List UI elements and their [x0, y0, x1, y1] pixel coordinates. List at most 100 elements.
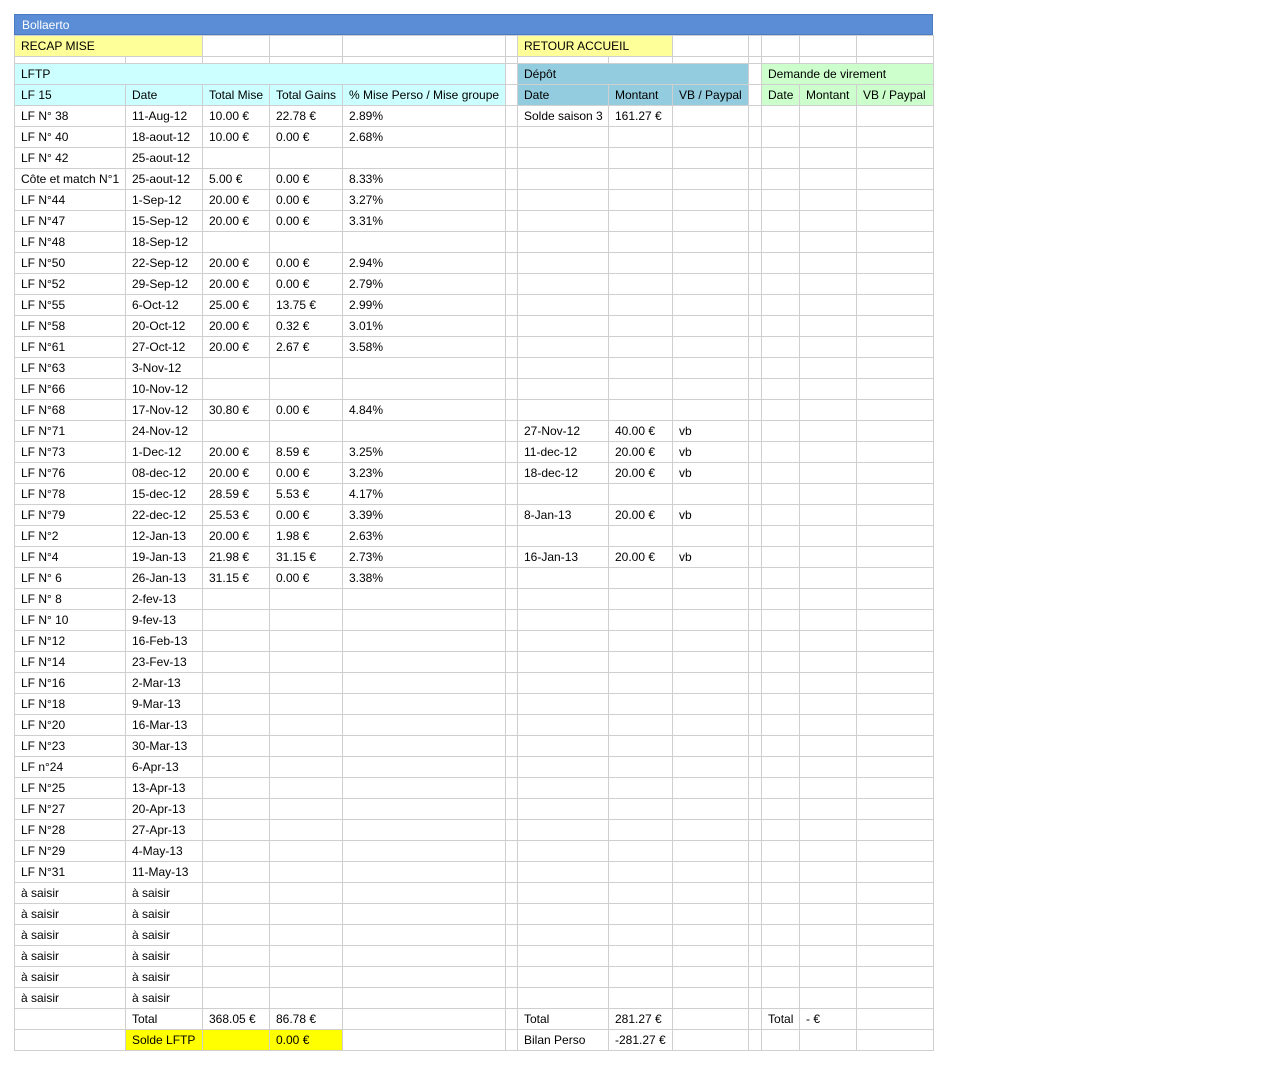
lf-cell-total-gains[interactable]: 0.00 €: [269, 189, 343, 211]
lf-cell-total-mise[interactable]: 25.00 €: [202, 294, 270, 316]
depot-cell-date[interactable]: 18-dec-12: [517, 462, 609, 484]
lf-cell-name[interactable]: LF N°44: [14, 189, 126, 211]
lf-cell-percent[interactable]: [342, 966, 506, 988]
depot-cell-date[interactable]: [517, 210, 609, 232]
virement-cell[interactable]: [799, 294, 858, 316]
depot-cell-date[interactable]: 27-Nov-12: [517, 420, 609, 442]
virement-cell[interactable]: [856, 672, 935, 694]
depot-cell-vb[interactable]: [672, 672, 750, 694]
lf-cell-percent[interactable]: [342, 630, 506, 652]
virement-cell[interactable]: [761, 168, 801, 190]
lf-cell-total-gains[interactable]: 0.00 €: [269, 273, 343, 295]
depot-cell-vb[interactable]: [672, 630, 750, 652]
depot-cell-vb[interactable]: [672, 756, 750, 778]
depot-cell-date[interactable]: [517, 231, 609, 253]
virement-cell[interactable]: [761, 924, 801, 946]
lf-cell-total-mise[interactable]: [202, 840, 270, 862]
virement-cell[interactable]: [799, 210, 858, 232]
depot-cell-date[interactable]: [517, 840, 609, 862]
lf-cell-percent[interactable]: 2.73%: [342, 546, 506, 568]
virement-cell[interactable]: [856, 567, 935, 589]
lf-cell-total-mise[interactable]: 20.00 €: [202, 189, 270, 211]
virement-cell[interactable]: [761, 861, 801, 883]
depot-cell-vb[interactable]: [672, 966, 750, 988]
lf-cell-date[interactable]: 3-Nov-12: [125, 357, 203, 379]
depot-cell-date[interactable]: [517, 336, 609, 358]
lf-cell-percent[interactable]: [342, 861, 506, 883]
depot-cell-vb[interactable]: [672, 693, 750, 715]
depot-cell-vb[interactable]: [672, 231, 750, 253]
depot-cell-montant[interactable]: [607, 630, 674, 652]
lf-cell-percent[interactable]: 3.01%: [342, 315, 506, 337]
lf-cell-name[interactable]: LF N° 38: [14, 105, 126, 127]
depot-cell-date[interactable]: 16-Jan-13: [517, 546, 609, 568]
lf-cell-date[interactable]: 27-Apr-13: [125, 819, 203, 841]
lf-cell-date[interactable]: 10-Nov-12: [125, 378, 203, 400]
lf-cell-date[interactable]: 9-fev-13: [125, 609, 203, 631]
virement-cell[interactable]: [856, 756, 935, 778]
depot-cell-date[interactable]: [517, 945, 609, 967]
lf-cell-name[interactable]: LF N°76: [14, 462, 126, 484]
depot-cell-montant[interactable]: [607, 588, 674, 610]
lf-cell-percent[interactable]: [342, 420, 506, 442]
lf-cell-date[interactable]: 2-fev-13: [125, 588, 203, 610]
virement-cell[interactable]: [799, 168, 858, 190]
virement-cell[interactable]: [799, 546, 858, 568]
depot-cell-montant[interactable]: [607, 399, 674, 421]
lf-cell-name[interactable]: à saisir: [14, 924, 126, 946]
lf-cell-total-mise[interactable]: [202, 609, 270, 631]
lf-cell-percent[interactable]: 2.99%: [342, 294, 506, 316]
depot-cell-vb[interactable]: [672, 567, 750, 589]
lf-cell-date[interactable]: 24-Nov-12: [125, 420, 203, 442]
virement-cell[interactable]: [856, 357, 935, 379]
lf-cell-percent[interactable]: [342, 840, 506, 862]
virement-cell[interactable]: [761, 798, 801, 820]
lf-cell-date[interactable]: 19-Jan-13: [125, 546, 203, 568]
virement-cell[interactable]: [799, 315, 858, 337]
lf-cell-total-gains[interactable]: [269, 735, 343, 757]
lf-cell-total-mise[interactable]: 30.80 €: [202, 399, 270, 421]
lf-cell-date[interactable]: 18-aout-12: [125, 126, 203, 148]
lf-cell-total-mise[interactable]: 5.00 €: [202, 168, 270, 190]
lf-cell-date[interactable]: 16-Feb-13: [125, 630, 203, 652]
virement-cell[interactable]: [856, 441, 935, 463]
depot-cell-date[interactable]: 8-Jan-13: [517, 504, 609, 526]
virement-cell[interactable]: [799, 756, 858, 778]
depot-cell-date[interactable]: [517, 315, 609, 337]
depot-cell-montant[interactable]: [607, 987, 674, 1009]
solde-value[interactable]: 0.00 €: [269, 1029, 343, 1051]
lf-cell-total-gains[interactable]: [269, 147, 343, 169]
lf-cell-total-gains[interactable]: 2.67 €: [269, 336, 343, 358]
depot-cell-montant[interactable]: 20.00 €: [607, 546, 674, 568]
lf-cell-date[interactable]: 25-aout-12: [125, 147, 203, 169]
lf-cell-percent[interactable]: [342, 798, 506, 820]
lf-cell-total-mise[interactable]: 20.00 €: [202, 252, 270, 274]
virement-cell[interactable]: [761, 567, 801, 589]
depot-cell-montant[interactable]: [607, 357, 674, 379]
depot-cell-vb[interactable]: [672, 252, 750, 274]
lf-cell-date[interactable]: 2-Mar-13: [125, 672, 203, 694]
virement-cell[interactable]: [761, 378, 801, 400]
lf-cell-name[interactable]: LF N°18: [14, 693, 126, 715]
lf-cell-total-gains[interactable]: 0.00 €: [269, 462, 343, 484]
lf-cell-date[interactable]: à saisir: [125, 987, 203, 1009]
virement-cell[interactable]: [856, 315, 935, 337]
virement-cell[interactable]: [761, 210, 801, 232]
depot-cell-date[interactable]: [517, 525, 609, 547]
lf-cell-total-gains[interactable]: [269, 777, 343, 799]
virement-cell[interactable]: [799, 861, 858, 883]
lf-cell-name[interactable]: LF N° 8: [14, 588, 126, 610]
lf-cell-name[interactable]: Côte et match N°1: [14, 168, 126, 190]
virement-cell[interactable]: [799, 105, 858, 127]
depot-cell-montant[interactable]: [607, 924, 674, 946]
virement-cell[interactable]: [799, 882, 858, 904]
lf-cell-total-gains[interactable]: [269, 672, 343, 694]
virement-cell[interactable]: [761, 315, 801, 337]
lf-cell-date[interactable]: 12-Jan-13: [125, 525, 203, 547]
virement-cell[interactable]: [761, 147, 801, 169]
virement-cell[interactable]: [856, 210, 935, 232]
depot-cell-montant[interactable]: [607, 567, 674, 589]
recap-mise-link[interactable]: RECAP MISE: [14, 35, 203, 57]
depot-cell-date[interactable]: [517, 147, 609, 169]
lf-cell-name[interactable]: LF N°73: [14, 441, 126, 463]
